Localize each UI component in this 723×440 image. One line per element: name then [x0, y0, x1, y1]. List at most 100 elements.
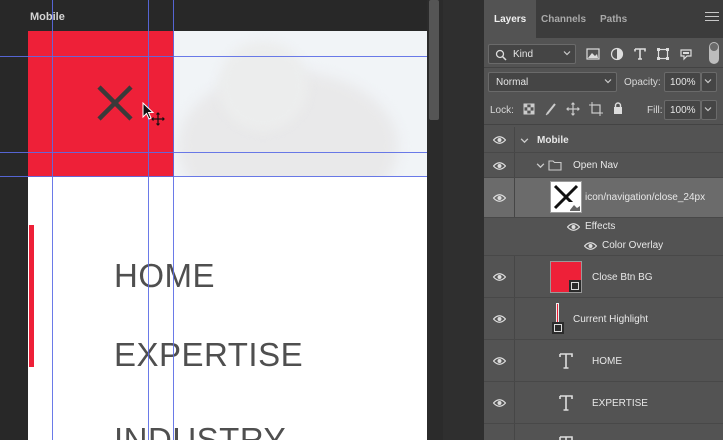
layer-thumbnail[interactable]	[556, 303, 559, 323]
filter-kind-label: Kind	[513, 49, 534, 60]
lock-image-pixels-icon[interactable]	[544, 102, 558, 116]
panel-divider	[484, 67, 723, 68]
scrollbar-thumb[interactable]	[429, 0, 439, 120]
tab-layers[interactable]: Layers	[484, 0, 537, 38]
type-layer-icon	[559, 436, 573, 440]
lock-label: Lock:	[490, 105, 514, 116]
nav-item-industry[interactable]: INDUSTRY	[114, 421, 286, 440]
eye-icon[interactable]	[584, 241, 597, 251]
layers-panel: Layers Channels Paths Kind Normal Opacit…	[484, 0, 723, 440]
chevron-down-icon[interactable]	[536, 161, 545, 170]
filter-shape-layers-icon[interactable]	[656, 47, 670, 61]
lock-all-icon[interactable]	[611, 101, 625, 115]
filter-adjustment-layers-icon[interactable]	[610, 47, 624, 61]
layer-name[interactable]: icon/navigation/close_24px	[585, 192, 705, 203]
canvas-vertical-scrollbar[interactable]	[427, 0, 443, 440]
tab-channels[interactable]: Channels	[531, 0, 596, 38]
layer-row-partial[interactable]	[484, 424, 723, 440]
guide-vertical[interactable]	[148, 0, 149, 440]
search-icon	[495, 49, 507, 61]
fill-input[interactable]: 100%	[664, 100, 701, 120]
fill-value: 100%	[670, 105, 696, 116]
layer-row-mobile[interactable]: Mobile	[484, 127, 723, 153]
layer-row-close-icon[interactable]: icon/navigation/close_24px	[484, 178, 723, 218]
layer-name[interactable]: HOME	[592, 356, 622, 367]
layer-name[interactable]: Current Highlight	[573, 314, 648, 325]
filter-smart-objects-icon[interactable]	[679, 47, 693, 61]
layers-list: Mobile Open Nav icon/navigation/close_24…	[484, 127, 723, 440]
filter-toggle-switch[interactable]	[709, 42, 719, 64]
chevron-down-icon	[704, 107, 712, 112]
type-layer-icon	[559, 353, 573, 369]
fill-dropdown-button[interactable]	[701, 100, 717, 120]
visibility-column	[484, 256, 515, 298]
eye-icon[interactable]	[493, 314, 506, 324]
filter-pixel-layers-icon[interactable]	[586, 47, 600, 61]
filter-kind-select[interactable]: Kind	[488, 44, 576, 64]
tab-paths[interactable]: Paths	[590, 0, 637, 38]
layer-name[interactable]: Open Nav	[573, 160, 618, 171]
photoshop-window: { "canvas": { "artboard_label": "Mobile"…	[0, 0, 723, 440]
visibility-column	[484, 178, 515, 218]
visibility-column	[484, 153, 515, 178]
layer-row-close-btn-bg[interactable]: Close Btn BG	[484, 256, 723, 298]
visibility-column	[484, 340, 515, 382]
layer-thumbnail[interactable]	[550, 261, 582, 293]
chevron-down-icon[interactable]	[520, 136, 529, 145]
opacity-input[interactable]: 100%	[664, 72, 701, 92]
effect-row-color-overlay[interactable]: Color Overlay	[484, 236, 723, 256]
layer-name[interactable]: Mobile	[537, 135, 569, 146]
effect-name[interactable]: Color Overlay	[602, 240, 663, 251]
artboard-label[interactable]: Mobile	[30, 11, 65, 23]
layer-name[interactable]: Close Btn BG	[592, 272, 653, 283]
eye-icon[interactable]	[493, 356, 506, 366]
smart-object-badge-icon	[569, 202, 581, 212]
artboard-mobile[interactable]: HOME EXPERTISE INDUSTRY	[28, 31, 427, 440]
close-icon	[97, 85, 133, 121]
move-cursor-icon	[142, 102, 165, 126]
effects-row[interactable]: Effects	[484, 218, 723, 236]
shape-badge-icon	[569, 280, 581, 292]
blend-mode-select[interactable]: Normal	[488, 72, 617, 92]
lock-artboard-icon[interactable]	[589, 102, 603, 116]
visibility-column	[484, 382, 515, 424]
panel-menu-icon[interactable]	[705, 12, 719, 22]
guide-vertical[interactable]	[52, 0, 53, 440]
visibility-column	[484, 424, 515, 440]
nav-item-expertise[interactable]: EXPERTISE	[114, 336, 303, 374]
opacity-label: Opacity:	[624, 77, 661, 88]
lock-transparent-pixels-icon[interactable]	[522, 102, 536, 116]
document-canvas[interactable]: Mobile HOME EXPERTISE INDUSTRY	[0, 0, 427, 440]
layer-name[interactable]: EXPERTISE	[592, 398, 648, 409]
fill-label: Fill:	[647, 105, 663, 116]
lock-position-icon[interactable]	[566, 102, 580, 116]
guide-horizontal[interactable]	[0, 176, 427, 177]
shape-badge-icon	[552, 322, 564, 334]
layer-row-home[interactable]: HOME	[484, 340, 723, 382]
eye-icon[interactable]	[493, 135, 506, 145]
guide-vertical[interactable]	[173, 0, 174, 440]
layer-row-current-highlight[interactable]: Current Highlight	[484, 298, 723, 340]
layer-thumbnail[interactable]	[550, 181, 582, 213]
guide-horizontal[interactable]	[0, 56, 427, 57]
layer-row-expertise[interactable]: EXPERTISE	[484, 382, 723, 424]
eye-icon[interactable]	[493, 193, 506, 203]
effects-label[interactable]: Effects	[585, 221, 615, 232]
panel-divider	[484, 124, 723, 125]
visibility-column	[484, 127, 515, 153]
guide-horizontal[interactable]	[0, 152, 427, 153]
opacity-value: 100%	[670, 77, 696, 88]
eye-icon[interactable]	[493, 161, 506, 171]
hero-image-blur	[218, 41, 308, 131]
opacity-dropdown-button[interactable]	[701, 72, 717, 92]
chevron-down-icon	[604, 79, 612, 84]
nav-item-home[interactable]: HOME	[114, 257, 215, 295]
filter-type-layers-icon[interactable]	[633, 47, 647, 61]
eye-icon[interactable]	[567, 222, 580, 232]
eye-icon[interactable]	[493, 272, 506, 282]
blend-mode-value: Normal	[496, 77, 529, 88]
dock-gutter	[443, 0, 484, 440]
eye-icon[interactable]	[493, 398, 506, 408]
current-highlight-bar	[29, 225, 34, 367]
layer-row-open-nav[interactable]: Open Nav	[484, 153, 723, 178]
